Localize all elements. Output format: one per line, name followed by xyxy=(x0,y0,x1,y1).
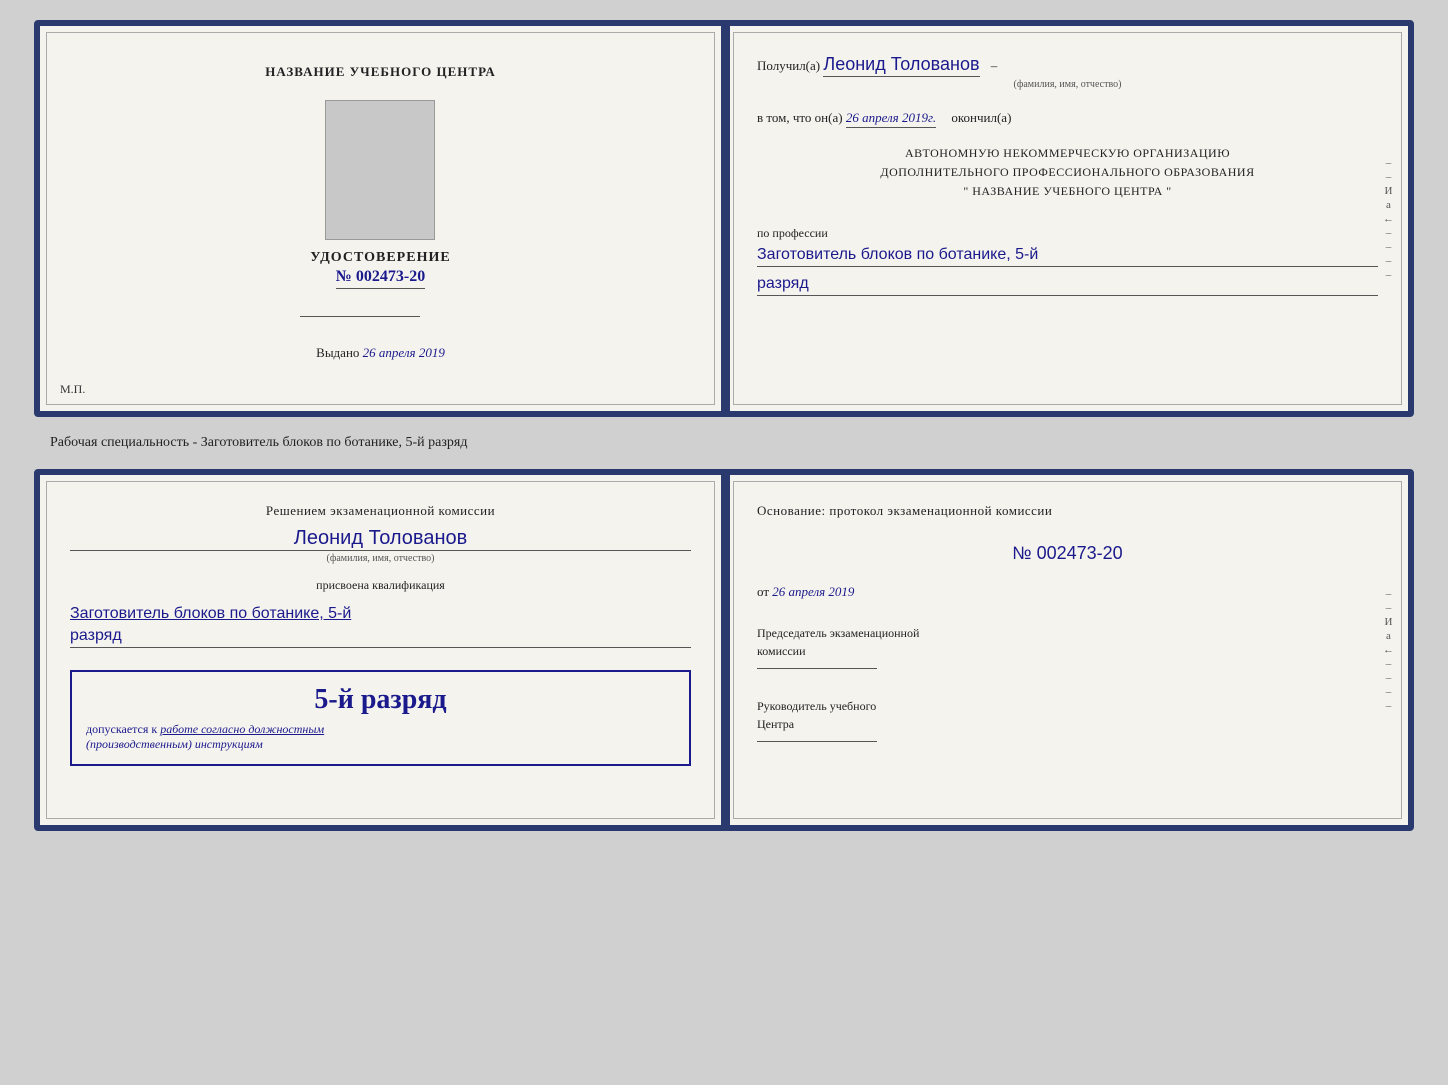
vtom-row: в том, что он(а) 26 апреля 2019г. окончи… xyxy=(757,110,1378,128)
margin2-dash-1: – xyxy=(1386,588,1392,600)
stamp-box: 5-й разряд допускается к работе согласно… xyxy=(70,670,691,766)
top-right-content: Получил(а) Леонид Толованов – (фамилия, … xyxy=(757,54,1378,296)
protocol-number: № 002473-20 xyxy=(757,543,1378,564)
rukovoditel-block: Руководитель учебного Центра xyxy=(757,697,1378,742)
dash-1: – xyxy=(991,58,998,73)
vydano-date: 26 апреля 2019 xyxy=(363,345,445,360)
rukovoditel-line1: Руководитель учебного xyxy=(757,697,1378,715)
org-line2: ДОПОЛНИТЕЛЬНОГО ПРОФЕССИОНАЛЬНОГО ОБРАЗО… xyxy=(757,163,1378,182)
resheniem-block: Решением экзаменационной комиссии xyxy=(70,503,691,519)
bottom-right-content: Основание: протокол экзаменационной коми… xyxy=(757,503,1378,742)
margin2-dash-3: – xyxy=(1386,658,1392,670)
prisvoena-label: присвоена квалификация xyxy=(70,578,691,593)
margin-i: И xyxy=(1385,185,1393,197)
predsedatel-line1: Председатель экзаменационной xyxy=(757,624,1378,642)
udostoverenie-block: УДОСТОВЕРЕНИЕ № 002473-20 xyxy=(310,250,450,289)
ot-date-value: 26 апреля 2019 xyxy=(772,584,854,599)
osnovanie-label: Основание: протокол экзаменационной коми… xyxy=(757,503,1378,519)
rabote-label: работе согласно должностным xyxy=(160,722,324,736)
margin-dash-6: – xyxy=(1386,269,1392,281)
margin-labels: – – И а ← – – – – xyxy=(1383,157,1394,281)
stamp-grade-text: 5-й разряд xyxy=(86,684,675,716)
margin-dash-2: – xyxy=(1386,171,1392,183)
ot-prefix: от xyxy=(757,584,769,599)
margin2-arrow: ← xyxy=(1383,644,1394,656)
okonchil-label: окончил(а) xyxy=(951,110,1011,125)
margin-dash-4: – xyxy=(1386,241,1392,253)
top-doc-left-page: НАЗВАНИЕ УЧЕБНОГО ЦЕНТРА УДОСТОВЕРЕНИЕ №… xyxy=(40,26,724,411)
bottom-doc-left-page: Решением экзаменационной комиссии Леонид… xyxy=(40,475,724,825)
po-professii-label: по профессии xyxy=(757,226,828,240)
training-center-label: НАЗВАНИЕ УЧЕБНОГО ЦЕНТРА xyxy=(265,64,496,80)
rukovoditel-sign-line xyxy=(757,741,877,742)
resheniem-label: Решением экзаменационной комиссии xyxy=(266,503,495,518)
predsedatel-line2: комиссии xyxy=(757,642,1378,660)
photo-placeholder xyxy=(325,100,435,240)
org-line3: " НАЗВАНИЕ УЧЕБНОГО ЦЕНТРА " xyxy=(757,182,1378,201)
razryad-value: разряд xyxy=(757,275,1378,296)
vydano-label: Выдано xyxy=(316,345,359,360)
profession-value: Заготовитель блоков по ботанике, 5-й xyxy=(757,246,1378,267)
udostoverenie-title: УДОСТОВЕРЕНИЕ xyxy=(310,250,450,266)
top-doc-right-page: Получил(а) Леонид Толованов – (фамилия, … xyxy=(724,26,1408,411)
person-name-block: Леонид Толованов (фамилия, имя, отчество… xyxy=(70,527,691,564)
bottom-left-content: Решением экзаменационной комиссии Леонид… xyxy=(70,503,691,786)
instruktsiyam-label: (производственным) инструкциям xyxy=(86,737,675,752)
margin-ya: а xyxy=(1386,199,1391,211)
margin2-dash-4: – xyxy=(1386,672,1392,684)
margin2-i: И xyxy=(1385,616,1393,628)
margin-dash-1: – xyxy=(1386,157,1392,169)
vtom-prefix: в том, что он(а) xyxy=(757,110,843,125)
razryad-bottom: разряд xyxy=(70,627,691,648)
udostoverenie-number: № 002473-20 xyxy=(336,268,425,289)
vydano-block: Выдано 26 апреля 2019 xyxy=(316,345,445,361)
margin2-dash-2: – xyxy=(1386,602,1392,614)
margin2-dash-5: – xyxy=(1386,686,1392,698)
bottom-document: Решением экзаменационной комиссии Леонид… xyxy=(34,469,1414,831)
top-document: НАЗВАНИЕ УЧЕБНОГО ЦЕНТРА УДОСТОВЕРЕНИЕ №… xyxy=(34,20,1414,417)
predsedatel-sign-line xyxy=(757,668,877,669)
dopuskaetsya-text: допускается к работе согласно должностны… xyxy=(86,722,675,752)
profession-block: по профессии Заготовитель блоков по бота… xyxy=(757,224,1378,296)
margin-dash-5: – xyxy=(1386,255,1392,267)
rukovoditel-line2: Центра xyxy=(757,715,1378,733)
margin2-dash-6: – xyxy=(1386,700,1392,712)
recipient-name: Леонид Толованов xyxy=(823,54,979,77)
org-line1: АВТОНОМНУЮ НЕКОММЕРЧЕСКУЮ ОРГАНИЗАЦИЮ xyxy=(757,144,1378,163)
bottom-doc-right-page: Основание: протокол экзаменационной коми… xyxy=(724,475,1408,825)
dopuskaetsya-label: допускается к xyxy=(86,722,157,736)
ot-date: от 26 апреля 2019 xyxy=(757,584,1378,600)
fio-hint-2: (фамилия, имя, отчество) xyxy=(70,553,691,564)
org-block: АВТОНОМНУЮ НЕКОММЕРЧЕСКУЮ ОРГАНИЗАЦИЮ ДО… xyxy=(757,144,1378,202)
fio-hint-1: (фамилия, имя, отчество) xyxy=(757,79,1378,90)
predsedatel-block: Председатель экзаменационной комиссии xyxy=(757,624,1378,669)
margin-arrow: ← xyxy=(1383,213,1394,225)
subtitle-text: Рабочая специальность - Заготовитель бло… xyxy=(50,435,467,451)
vtom-date: 26 апреля 2019г. xyxy=(846,110,936,128)
margin-labels-2: – – И а ← – – – – xyxy=(1383,588,1394,712)
poluchil-row: Получил(а) Леонид Толованов – (фамилия, … xyxy=(757,54,1378,90)
margin2-ya: а xyxy=(1386,630,1391,642)
qualification-block: Заготовитель блоков по ботанике, 5-й раз… xyxy=(70,601,691,648)
qualification-value: Заготовитель блоков по ботанике, 5-й xyxy=(70,605,691,623)
person-name: Леонид Толованов xyxy=(70,527,691,551)
poluchil-label: Получил(а) xyxy=(757,58,820,73)
mp-label: М.П. xyxy=(60,382,85,397)
margin-dash-3: – xyxy=(1386,227,1392,239)
